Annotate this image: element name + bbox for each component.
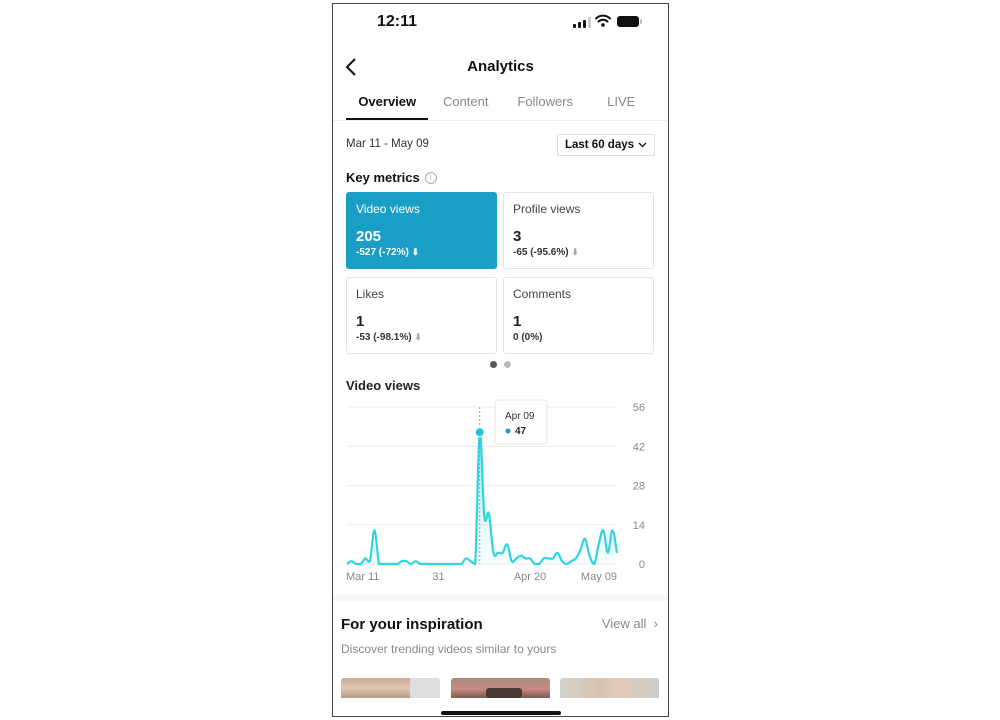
x-tick-label: Apr 20 <box>514 571 546 583</box>
cellular-signal-icon <box>573 17 591 28</box>
y-tick-label: 14 <box>633 520 645 532</box>
chart-title: Video views <box>346 378 421 393</box>
metric-change: -53 (-98.1%) ⬇ <box>356 332 487 343</box>
metric-change-text: -65 (-95.6%) <box>513 247 569 258</box>
y-tick-label: 28 <box>633 481 645 493</box>
metric-card-likes[interactable]: Likes 1 -53 (-98.1%) ⬇ <box>346 277 497 354</box>
battery-icon <box>617 16 642 27</box>
pagination-dots <box>490 361 511 368</box>
metric-change: -65 (-95.6%) ⬇ <box>513 247 644 258</box>
home-indicator[interactable] <box>441 711 561 715</box>
arrow-down-icon: ⬇ <box>571 247 579 257</box>
metric-label: Comments <box>513 287 572 301</box>
x-tick-label: 31 <box>432 571 444 583</box>
metric-value: 3 <box>513 228 522 245</box>
arrow-down-icon: ⬇ <box>411 247 420 257</box>
metric-value: 1 <box>513 313 522 330</box>
metric-change-text: -53 (-98.1%) <box>356 332 412 343</box>
metric-label: Video views <box>356 202 420 216</box>
thumb-bg <box>410 678 440 698</box>
chart-tooltip: Apr 09 47 <box>494 399 548 445</box>
tooltip-date: Apr 09 <box>505 411 535 422</box>
chevron-right-icon: › <box>650 616 658 631</box>
info-icon[interactable]: i <box>424 171 437 184</box>
metric-card-video-views[interactable]: Video views 205 -527 (-72%) ⬇ <box>346 192 497 269</box>
chevron-down-icon <box>638 142 647 148</box>
period-select[interactable]: Last 60 days <box>557 134 655 156</box>
metric-change-text: 0 (0%) <box>513 332 543 343</box>
status-time: 12:11 <box>377 13 418 30</box>
metric-label: Profile views <box>513 202 581 216</box>
metric-change-text: -527 (-72%) <box>356 247 409 258</box>
view-all-label: View all <box>601 616 647 631</box>
thumb-glasses <box>486 688 522 698</box>
metric-change: -527 (-72%) ⬇ <box>356 247 487 258</box>
wifi-icon <box>595 14 611 27</box>
inspiration-title: For your inspiration <box>341 616 483 633</box>
page-dot-2[interactable] <box>504 361 511 368</box>
metric-card-comments[interactable]: Comments 1 0 (0%) <box>503 277 654 354</box>
y-tick-label: 56 <box>633 402 645 414</box>
page-title: Analytics <box>467 58 534 75</box>
video-views-chart[interactable]: 0 14 28 42 56 Mar 11 31 Apr 20 May 09 Apr 09 47 <box>333 394 669 594</box>
section-divider <box>333 595 668 601</box>
inspiration-video-1[interactable] <box>341 678 440 698</box>
inspiration-video-2[interactable] <box>451 678 550 698</box>
view-all-link[interactable]: View all › <box>602 616 658 631</box>
header: Analytics <box>333 52 668 82</box>
tab-followers[interactable]: Followers <box>503 88 587 120</box>
inspiration-video-3[interactable] <box>560 678 659 698</box>
arrow-down-icon: ⬇ <box>414 332 422 342</box>
date-range: Mar 11 - May 09 <box>346 138 429 150</box>
tab-live[interactable]: LIVE <box>587 88 655 120</box>
page-dot-1[interactable] <box>490 361 497 368</box>
tooltip-dot <box>505 428 511 434</box>
x-tick-label: May 09 <box>581 571 617 583</box>
metric-card-profile-views[interactable]: Profile views 3 -65 (-95.6%) ⬇ <box>503 192 654 269</box>
metric-value: 1 <box>356 313 365 330</box>
metric-change: 0 (0%) <box>513 332 644 343</box>
inspiration-subtitle: Discover trending videos similar to your… <box>341 642 557 656</box>
phone-screen: 12:11 Analytics Overview Content Followe… <box>332 3 669 717</box>
tabs-divider <box>333 120 668 121</box>
period-select-value: Last 60 days <box>564 139 635 151</box>
key-metrics-heading: Key metrics i <box>346 170 437 185</box>
tooltip-value: 47 <box>515 426 527 437</box>
tab-overview[interactable]: Overview <box>346 88 429 120</box>
tab-bar: Overview Content Followers LIVE <box>346 88 655 120</box>
highlight-point[interactable] <box>474 427 485 438</box>
tab-content[interactable]: Content <box>428 88 503 120</box>
y-tick-label: 0 <box>639 559 645 571</box>
key-metrics-title: Key metrics <box>346 170 420 185</box>
x-tick-label: Mar 11 <box>346 571 379 583</box>
y-tick-label: 42 <box>633 441 645 453</box>
metric-label: Likes <box>356 287 385 301</box>
metric-value: 205 <box>356 228 382 245</box>
status-bar: 12:11 <box>333 4 668 40</box>
